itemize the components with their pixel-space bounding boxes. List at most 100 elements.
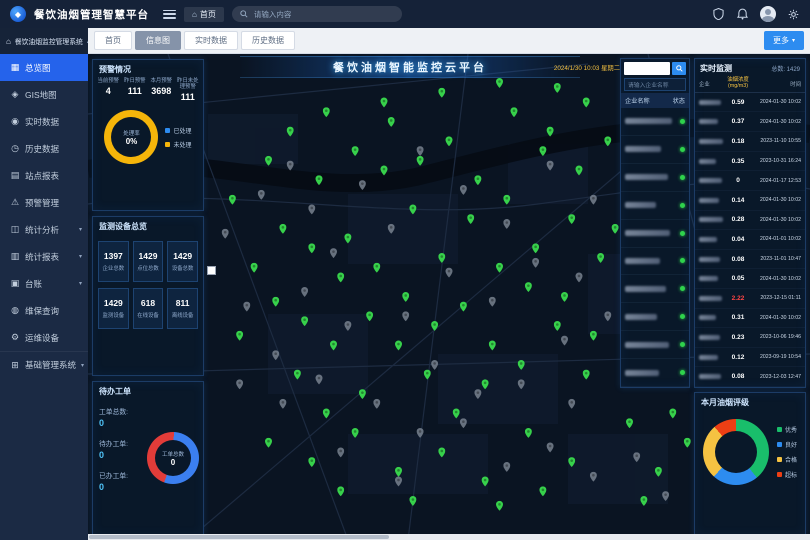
realtime-row[interactable]: 0.182023-11-10 10:55 bbox=[695, 132, 805, 152]
device-stat: 1429设备总数 bbox=[167, 241, 198, 282]
user-avatar[interactable] bbox=[760, 6, 776, 22]
sidebar-item-8[interactable]: ▥统计报表▾ bbox=[0, 243, 88, 270]
redacted-text bbox=[699, 355, 718, 360]
column-company: 企业 bbox=[699, 80, 723, 88]
redacted-text bbox=[625, 118, 672, 124]
realtime-row[interactable]: 0.372024-01-30 10:02 bbox=[695, 112, 805, 132]
stat-value: 0 bbox=[99, 450, 147, 460]
redacted-text bbox=[625, 370, 659, 376]
search-button[interactable] bbox=[672, 62, 686, 75]
station-report-icon: ▤ bbox=[10, 170, 20, 181]
total-count: 总数: 1429 bbox=[771, 64, 800, 73]
realtime-row[interactable]: 02024-01-17 12:53 bbox=[695, 171, 805, 191]
more-button[interactable]: 更多 ▾ bbox=[764, 31, 804, 50]
timestamp: 2023-09-19 10:54 bbox=[753, 354, 801, 360]
realtime-row[interactable]: 0.352023-10-31 16:24 bbox=[695, 152, 805, 172]
legend-swatch bbox=[777, 427, 782, 432]
stat-label: 企业总数 bbox=[99, 264, 128, 272]
realtime-row[interactable]: 0.052024-01-30 10:02 bbox=[695, 269, 805, 289]
timestamp: 2024-01-30 10:02 bbox=[753, 276, 801, 282]
panel-title: 实时监测 bbox=[700, 63, 732, 74]
company-name-redacted bbox=[699, 159, 723, 164]
stat-label: 本月预警 bbox=[149, 78, 174, 84]
company-name-input-hint[interactable]: 请输入企业名称 bbox=[624, 78, 686, 91]
company-name-redacted bbox=[625, 146, 680, 152]
realtime-row[interactable]: 0.082023-12-03 12:47 bbox=[695, 367, 805, 387]
tab-3[interactable]: 实时数据 bbox=[184, 31, 238, 50]
breadcrumb-home-chip[interactable]: ⌂ 首页 bbox=[184, 7, 224, 22]
stat-label: 点位总数 bbox=[134, 264, 163, 272]
sidebar-item-label: 基础管理系统 bbox=[25, 359, 76, 371]
device-overview-panel: 监测设备总览 1397企业总数1429点位总数1429设备总数1429监测设备6… bbox=[92, 216, 204, 376]
dashboard-title: 餐饮油烟智能监控云平台 bbox=[333, 59, 487, 75]
sidebar-item-1[interactable]: ▦总览图 bbox=[0, 54, 88, 81]
company-table-body bbox=[621, 108, 689, 387]
device-stat: 1429监测设备 bbox=[98, 288, 129, 329]
sidebar-item-12[interactable]: ⊞基础管理系统▾ bbox=[0, 351, 88, 378]
sidebar-item-3[interactable]: ◉实时数据 bbox=[0, 108, 88, 135]
legend-swatch bbox=[777, 457, 782, 462]
realtime-row[interactable]: 0.122023-09-19 10:54 bbox=[695, 348, 805, 368]
realtime-row[interactable]: 0.232023-10-06 19:46 bbox=[695, 328, 805, 348]
company-row[interactable] bbox=[621, 303, 689, 331]
realtime-row[interactable]: 0.282024-01-30 10:02 bbox=[695, 211, 805, 231]
company-row[interactable] bbox=[621, 192, 689, 220]
legend-swatch bbox=[165, 142, 170, 147]
redacted-text bbox=[699, 198, 719, 203]
rating-legend: 优秀良好合格超标 bbox=[777, 425, 797, 479]
company-row[interactable] bbox=[621, 331, 689, 359]
concentration-value: 2.22 bbox=[723, 295, 753, 302]
shield-icon[interactable] bbox=[712, 8, 725, 21]
company-row[interactable] bbox=[621, 136, 689, 164]
tab-1[interactable]: 首页 bbox=[94, 31, 132, 50]
global-search-input[interactable] bbox=[252, 9, 394, 20]
company-row[interactable] bbox=[621, 275, 689, 303]
workorder-stat: 待办工单:0 bbox=[99, 438, 147, 460]
company-row[interactable] bbox=[621, 164, 689, 192]
company-name-redacted bbox=[625, 202, 680, 208]
redacted-text bbox=[699, 296, 722, 301]
sidebar-item-11[interactable]: ⚙运维设备 bbox=[0, 324, 88, 351]
realtime-row[interactable]: 0.592024-01-30 10:02 bbox=[695, 93, 805, 113]
company-search-input[interactable] bbox=[624, 62, 670, 75]
realtime-row[interactable]: 0.312024-01-30 10:02 bbox=[695, 309, 805, 329]
sidebar-item-2[interactable]: ◈GIS地图 bbox=[0, 81, 88, 108]
company-row[interactable] bbox=[621, 248, 689, 276]
sidebar-item-5[interactable]: ▤站点报表 bbox=[0, 162, 88, 189]
tab-4[interactable]: 历史数据 bbox=[241, 31, 295, 50]
concentration-value: 0 bbox=[723, 177, 753, 184]
column-status: 状态 bbox=[669, 96, 685, 105]
scrollbar-thumb[interactable] bbox=[89, 535, 389, 539]
horizontal-scrollbar[interactable] bbox=[88, 534, 810, 540]
sidebar-system-header[interactable]: ⌂ 餐饮油烟监控管理系统 ▴ bbox=[0, 28, 88, 54]
company-row[interactable] bbox=[621, 108, 689, 136]
realtime-row[interactable]: 2.222023-12-15 01:11 bbox=[695, 289, 805, 309]
realtime-row[interactable]: 0.142024-01-30 10:02 bbox=[695, 191, 805, 211]
concentration-value: 0.05 bbox=[723, 275, 753, 282]
status-dot-online bbox=[680, 231, 685, 236]
stat-value: 111 bbox=[123, 86, 148, 96]
company-row[interactable] bbox=[621, 220, 689, 248]
hamburger-menu-icon[interactable] bbox=[163, 10, 176, 19]
sidebar-item-10[interactable]: ◍维保查询 bbox=[0, 297, 88, 324]
sidebar-item-7[interactable]: ◫统计分析▾ bbox=[0, 216, 88, 243]
realtime-row[interactable]: 0.042024-01-01 10:02 bbox=[695, 230, 805, 250]
realtime-row[interactable]: 0.082023-11-01 10:47 bbox=[695, 250, 805, 270]
gear-icon[interactable] bbox=[787, 8, 800, 21]
legend-item: 良好 bbox=[777, 440, 797, 449]
ops-device-icon: ⚙ bbox=[10, 332, 20, 343]
chevron-down-icon: ▾ bbox=[792, 37, 795, 44]
dashboard: 餐饮油烟智能监控云平台 2024/1/30 10:03 星期二 预警情况 当前预… bbox=[88, 54, 810, 540]
tab-2[interactable]: 信息图 bbox=[135, 31, 181, 50]
legend-swatch bbox=[165, 128, 170, 133]
stat-value: 0 bbox=[99, 482, 147, 492]
stat-label: 工单总数: bbox=[99, 406, 147, 416]
sidebar-item-4[interactable]: ◷历史数据 bbox=[0, 135, 88, 162]
sidebar-item-9[interactable]: ▣台账▾ bbox=[0, 270, 88, 297]
sidebar-item-6[interactable]: ⚠预警管理 bbox=[0, 189, 88, 216]
map-zoom-control[interactable] bbox=[207, 266, 216, 275]
company-search-panel: 请输入企业名称 企业名称 状态 bbox=[620, 58, 690, 388]
stats-analysis-icon: ◫ bbox=[10, 224, 20, 235]
bell-icon[interactable] bbox=[736, 8, 749, 21]
company-row[interactable] bbox=[621, 359, 689, 387]
